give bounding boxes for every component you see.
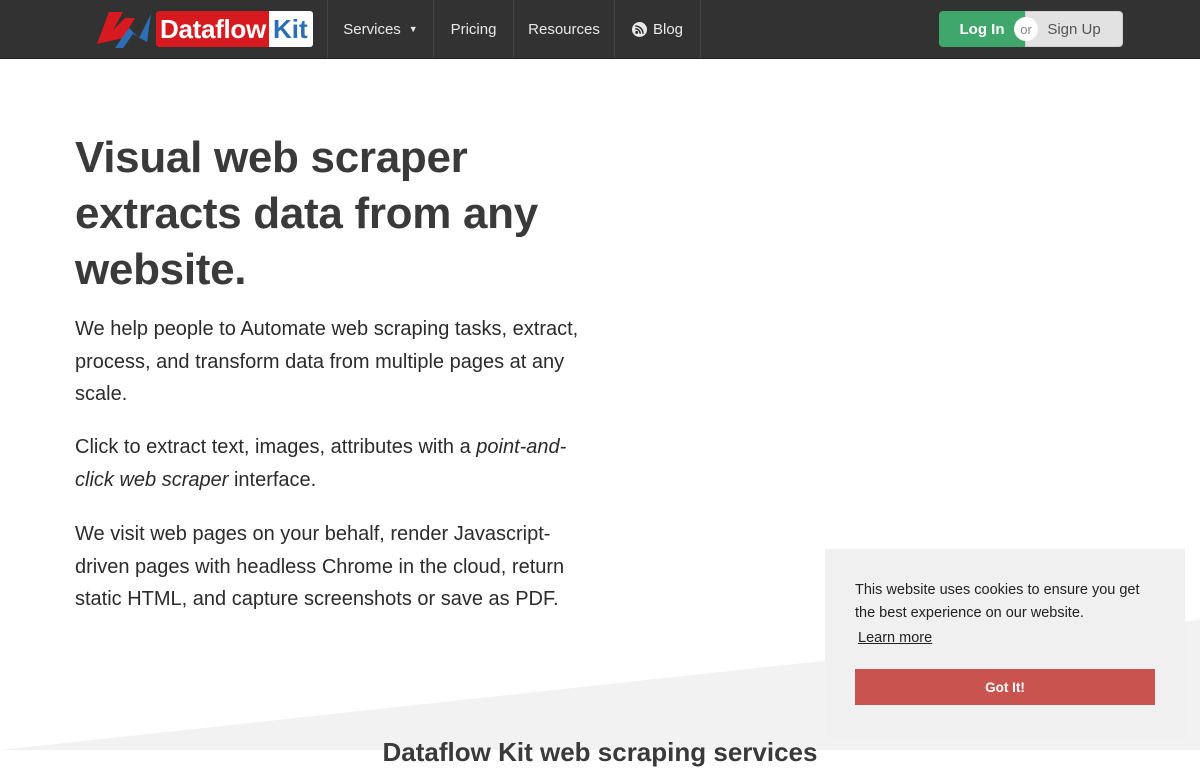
services-section-heading: Dataflow Kit web scraping services [382,737,818,767]
main-nav: Services ▼ Pricing Resources Blog [327,0,701,58]
cookie-accept-button[interactable]: Got It! [855,669,1155,705]
nav-item-label: Pricing [450,20,497,38]
nav-item-label: Blog [652,20,684,38]
or-separator: or [1014,17,1038,41]
nav-item-label: Services [343,20,401,38]
hero-paragraph-headless-chrome: We visit web pages on your behalf, rende… [75,523,565,610]
site-logo[interactable]: Dataflow Kit [95,8,313,50]
nav-item-blog[interactable]: Blog [615,0,701,58]
logo-kit: Kit [268,11,313,47]
top-navbar: Dataflow Kit Services ▼ Pricing Resource… [0,0,1200,59]
cookie-message-text: This website uses cookies to ensure you … [855,582,1140,621]
rss-icon [631,21,647,37]
chevron-down-icon: ▼ [408,24,418,34]
logo-wordmark: Dataflow Kit [156,11,313,47]
hero-paragraph-point-and-click: Click to extract text, images, attribute… [75,431,585,496]
nav-item-services[interactable]: Services ▼ [328,0,434,58]
auth-buttons: Log In Sign Up or [939,11,1123,47]
login-button[interactable]: Log In [939,11,1025,47]
hero-paragraph-automate: We help people to Automate web scraping … [75,318,579,405]
hero-title: Visual web scraper extracts data from an… [75,133,538,294]
hero-p2-tail: interface. [228,468,317,491]
nav-item-label: Resources [528,20,600,38]
cookie-learn-more-link[interactable]: Learn more [855,627,935,650]
cookie-consent-banner: This website uses cookies to ensure you … [825,549,1185,739]
cookie-message: This website uses cookies to ensure you … [855,579,1155,650]
logo-word: Dataflow [156,11,269,47]
signup-button[interactable]: Sign Up [1025,11,1123,47]
hero-p2-text: Click to extract text, images, attribute… [75,436,477,458]
nav-item-pricing[interactable]: Pricing [434,0,514,58]
nav-item-resources[interactable]: Resources [514,0,615,58]
logo-mark-icon [97,12,151,48]
